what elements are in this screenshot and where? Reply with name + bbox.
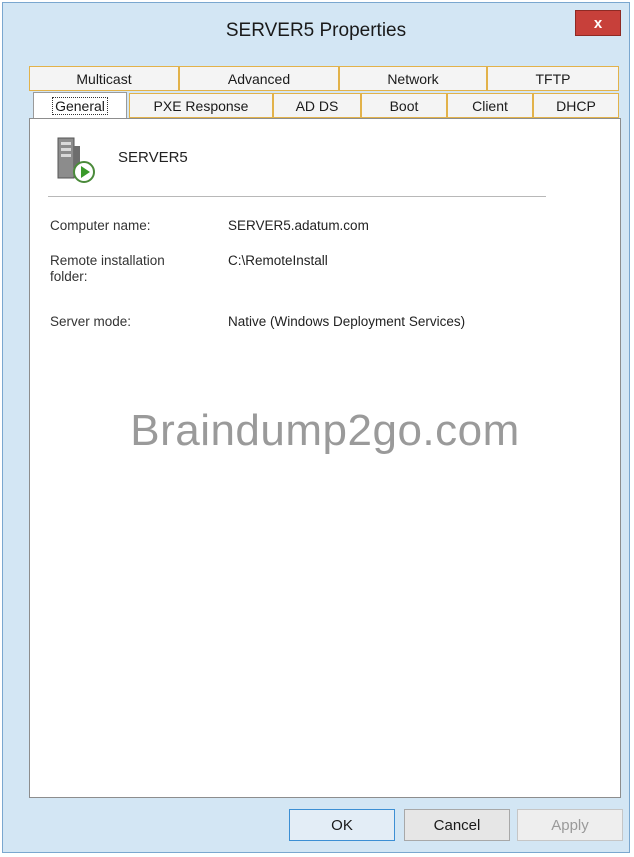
window-title: SERVER5 Properties <box>225 20 407 41</box>
tab-boot[interactable]: Boot <box>361 93 447 118</box>
apply-button[interactable]: Apply <box>517 809 623 841</box>
divider <box>48 196 546 197</box>
tab-tftp[interactable]: TFTP <box>487 66 619 91</box>
tab-dhcp[interactable]: DHCP <box>533 93 619 118</box>
computer-name-label: Computer name: <box>50 218 151 233</box>
server-mode-label: Server mode: <box>50 314 132 329</box>
tab-client[interactable]: Client <box>447 93 533 118</box>
tab-strip: Multicast Advanced Network TFTP General … <box>29 66 621 119</box>
server-name: SERVER5 <box>118 149 188 166</box>
title-bar[interactable]: SERVER5 Properties x <box>3 3 629 59</box>
ok-button[interactable]: OK <box>289 809 395 841</box>
tab-general[interactable]: General <box>33 92 127 119</box>
remote-folder-value: C:\RemoteInstall <box>228 253 328 268</box>
tab-advanced[interactable]: Advanced <box>179 66 339 91</box>
properties-dialog: SERVER5 Properties x Multicast Advanced … <box>2 2 630 853</box>
cancel-button[interactable]: Cancel <box>404 809 510 841</box>
close-icon: x <box>593 14 603 32</box>
close-button[interactable]: x <box>575 10 621 36</box>
watermark: Braindump2go.com <box>130 406 520 455</box>
tab-multicast[interactable]: Multicast <box>29 66 179 91</box>
tab-ad-ds[interactable]: AD DS <box>273 93 361 118</box>
tab-pxe-response[interactable]: PXE Response <box>129 93 273 118</box>
computer-name-value: SERVER5.adatum.com <box>228 218 369 233</box>
server-mode-value: Native (Windows Deployment Services) <box>228 314 466 329</box>
remote-folder-label-line2: folder: <box>50 269 88 284</box>
general-tab-panel: SERVER5 Computer name: SERVER5.adatum.co… <box>29 118 621 798</box>
remote-folder-label-line1: Remote installation <box>50 253 165 268</box>
tab-network[interactable]: Network <box>339 66 487 91</box>
server-icon <box>57 137 95 183</box>
